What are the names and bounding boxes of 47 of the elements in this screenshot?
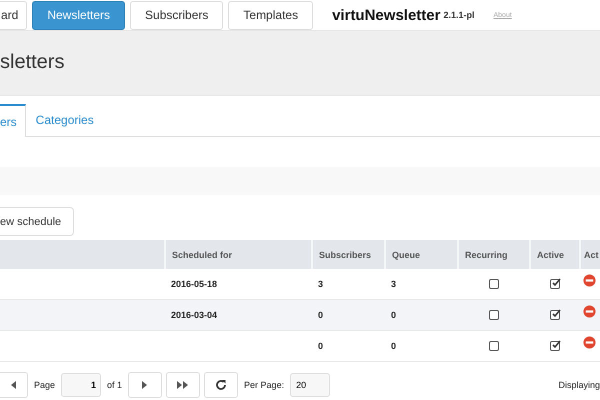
right-triangle-icon [142,381,148,389]
per-page-input[interactable]: 20 [290,373,330,397]
date-cell: 2016-03-04 [171,310,218,320]
column-header[interactable]: Recurring [458,240,530,269]
column-header[interactable]: Active [530,240,580,269]
new-schedule-button[interactable]: ew schedule [0,207,74,236]
left-triangle-icon [10,381,16,389]
delete-icon[interactable] [583,336,596,348]
queue-cell: 0 [391,341,396,351]
recurring-checkbox[interactable] [489,279,499,290]
active-checkbox[interactable] [550,310,560,320]
column-header[interactable]: Scheduled for [165,240,312,269]
refresh-icon [215,379,228,391]
refresh-button[interactable] [204,372,238,398]
nav-tab[interactable]: ard [0,0,28,30]
per-page-label: Per Page: [244,380,284,390]
previous-page-button[interactable] [0,372,28,398]
next-page-button[interactable] [128,372,162,398]
date-cell: 2016-05-18 [171,279,218,289]
queue-cell: 3 [391,279,396,289]
nav-tab[interactable]: Subscribers [130,0,224,30]
recurring-checkbox[interactable] [489,341,499,352]
queue-cell: 0 [391,310,396,320]
nav-tab[interactable]: Templates [228,0,314,30]
column-header[interactable]: Act [580,240,600,269]
active-checkbox[interactable] [550,341,560,352]
page-label: Page [34,380,56,390]
recurring-checkbox[interactable] [489,310,499,320]
version-label: 2.1.1-pl [443,10,474,20]
last-page-button[interactable] [166,372,200,398]
subscribers-cell: 0 [318,341,324,351]
displaying-label: Displaying [558,380,600,390]
subscribers-cell: 3 [318,279,324,289]
subscribers-cell: 0 [318,310,324,320]
delete-icon[interactable] [583,304,596,318]
tab[interactable]: Categories [26,104,104,136]
page-title: sletters [0,50,64,74]
page-input[interactable]: 1 [61,373,102,397]
double-triangle-icon [177,381,190,389]
app-title: virtuNewsletter [332,6,440,24]
delete-icon[interactable] [583,274,596,286]
column-header[interactable]: Subscribers [312,240,385,269]
column-header[interactable]: Queue [385,240,458,269]
active-checkbox[interactable] [550,279,560,290]
nav-tab[interactable]: Newsletters [32,0,126,30]
tab[interactable]: ers [0,104,26,137]
page-count-label: of 1 [107,380,122,390]
